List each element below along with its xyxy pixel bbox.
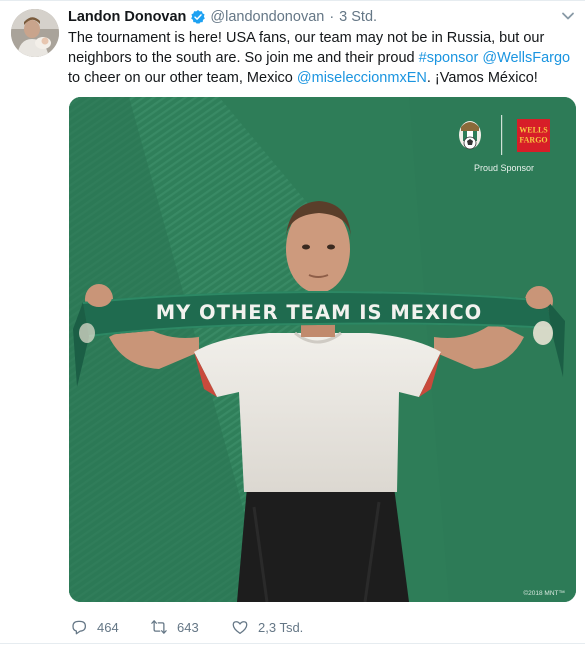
tweet-header: Landon Donovan @landondonovan · 3 Std. — [68, 7, 377, 27]
like-button[interactable]: 2,3 Tsd. — [231, 618, 303, 636]
author-handle[interactable]: @landondonovan — [210, 9, 324, 25]
mexico-crest-icon — [459, 121, 481, 150]
verified-badge-icon — [190, 9, 206, 25]
avatar-image — [11, 9, 59, 57]
mention-link[interactable]: @WellsFargo — [482, 50, 570, 66]
reply-icon — [72, 620, 87, 635]
wells-fargo-logo: WELLS FARGO — [517, 119, 550, 152]
like-count: 2,3 Tsd. — [258, 619, 304, 635]
avatar[interactable] — [11, 9, 59, 57]
author-name[interactable]: Landon Donovan — [68, 9, 186, 25]
tweet[interactable]: Landon Donovan @landondonovan · 3 Std. T… — [0, 0, 585, 646]
scarf-text: MY OTHER TEAM IS MEXICO — [156, 301, 483, 324]
wells-fargo-text-line2: FARGO — [519, 136, 547, 145]
photo-illustration: WELLS FARGO Proud Sponsor MY OTHER TEAM … — [69, 97, 576, 602]
mention-link[interactable]: @miseleccionmxEN — [297, 70, 427, 86]
copyright-text: ©2018 MNT™ — [523, 589, 565, 597]
separator-dot: · — [329, 9, 335, 25]
retweet-count: 643 — [177, 619, 199, 635]
heart-icon — [232, 621, 248, 635]
retweet-icon — [151, 620, 167, 634]
divider — [0, 643, 585, 644]
chevron-down-icon[interactable] — [561, 11, 575, 21]
retweet-button[interactable]: 643 — [150, 618, 199, 636]
sponsor-caption: Proud Sponsor — [474, 163, 534, 173]
tweet-text: The tournament is here! USA fans, our te… — [68, 28, 575, 89]
wells-fargo-text-line1: WELLS — [519, 126, 548, 135]
text-segment: . ¡Vamos México! — [426, 70, 538, 87]
tweet-photo[interactable]: WELLS FARGO Proud Sponsor MY OTHER TEAM … — [69, 97, 576, 602]
hashtag-link[interactable]: #sponsor — [419, 50, 479, 66]
reply-button[interactable]: 464 — [70, 618, 119, 636]
tweet-timestamp[interactable]: 3 Std. — [339, 9, 377, 25]
divider — [0, 0, 585, 1]
text-segment: to cheer on our other team, Mexico — [68, 70, 297, 87]
reply-count: 464 — [97, 619, 119, 635]
